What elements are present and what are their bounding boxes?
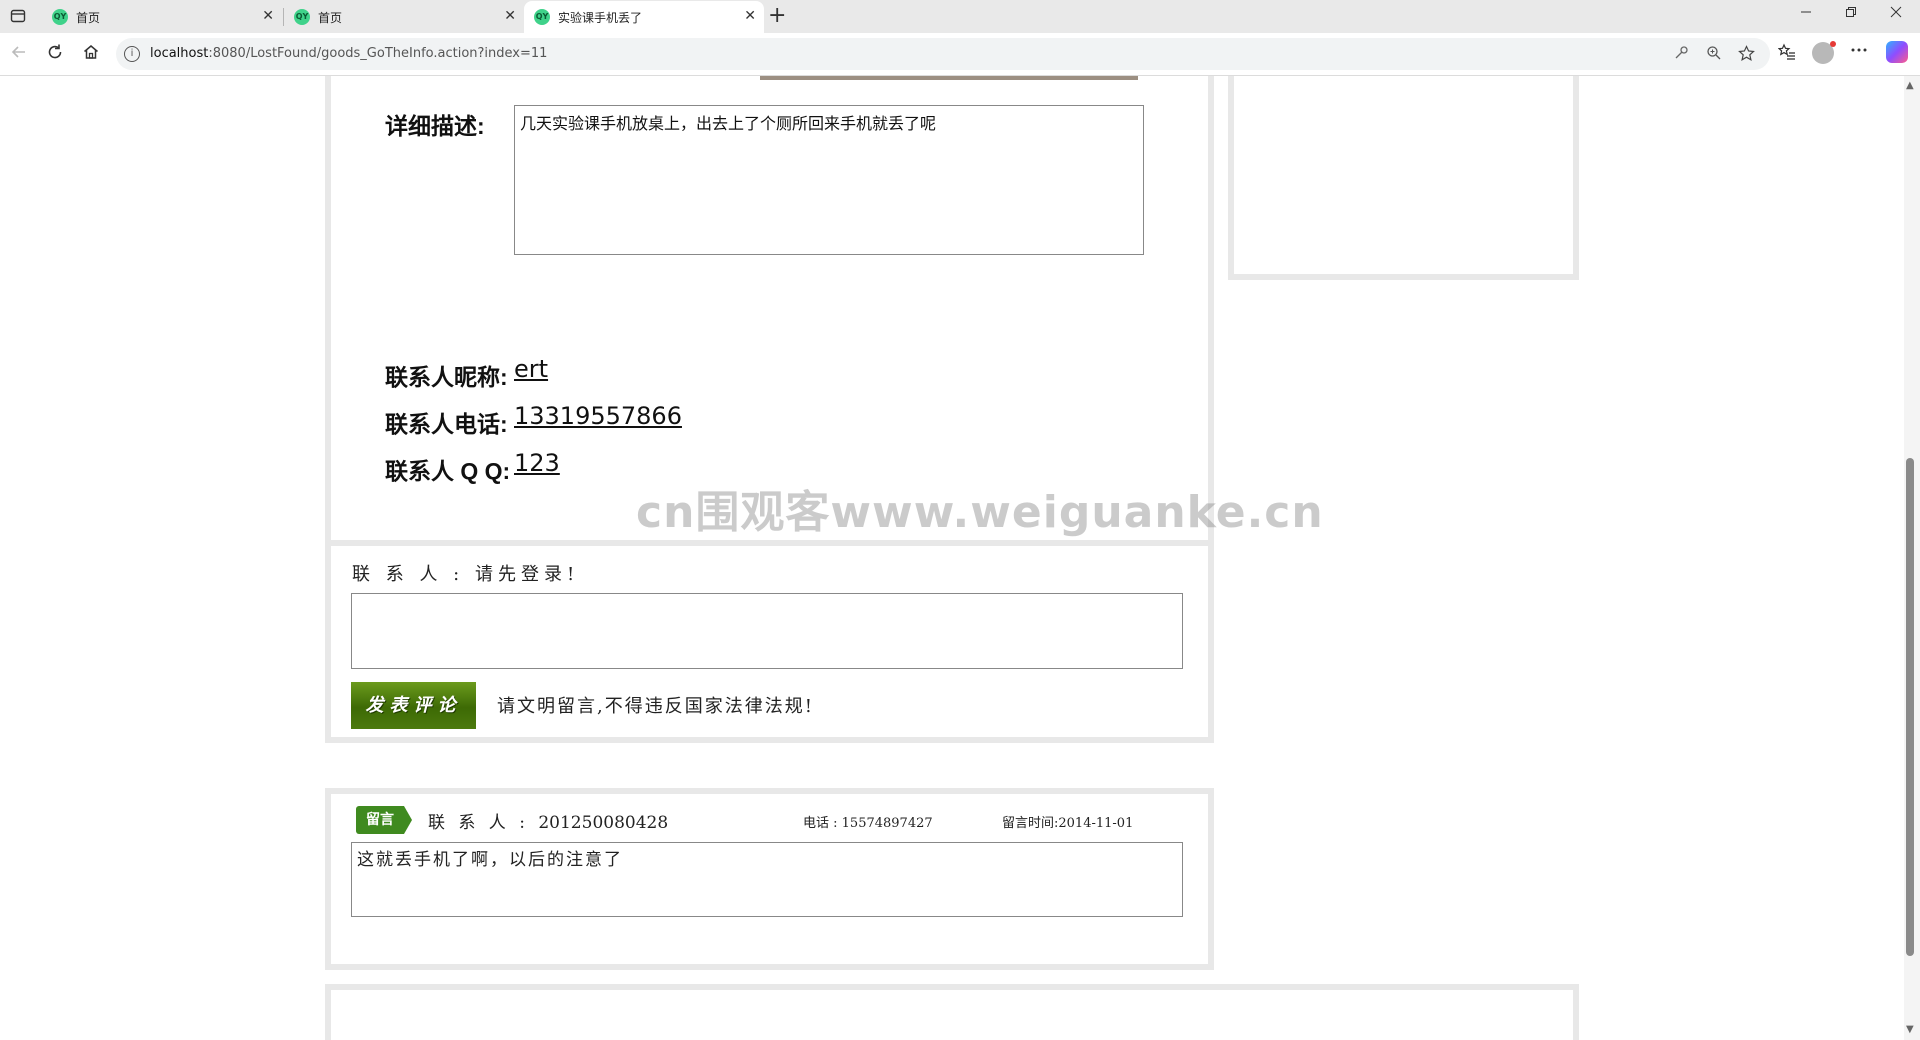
item-photo	[760, 76, 1138, 80]
message-time-value: 2014-11-01	[1058, 816, 1134, 831]
message-phone-value: 15574897427	[841, 816, 933, 831]
close-icon[interactable]: ✕	[744, 8, 756, 24]
comment-contact-line: 联 系 人 : 请先登录!	[352, 560, 579, 586]
tab-active[interactable]: QY 实验课手机丢了 ✕	[524, 1, 764, 33]
contact-prefix: 联 系 人 :	[352, 564, 465, 585]
nickname-label: 联系人昵称:	[385, 364, 508, 390]
message-time-label: 留言时间:	[1002, 816, 1059, 831]
home-icon[interactable]	[80, 43, 102, 65]
close-icon[interactable]: ✕	[262, 8, 274, 24]
message-tag: 留言	[356, 806, 412, 834]
restore-icon[interactable]	[1845, 6, 1857, 22]
tab-actions-icon[interactable]	[10, 8, 26, 24]
new-tab-icon[interactable]: +	[768, 3, 786, 28]
nickname-value[interactable]: ert	[514, 355, 548, 383]
url-text[interactable]: localhost:8080/LostFound/goods_GoTheInfo…	[150, 46, 547, 61]
comment-notice: 请文明留言,不得违反国家法律法规!	[497, 696, 814, 717]
site-favicon-icon: QY	[534, 9, 550, 25]
sidebar-panel	[1228, 76, 1579, 280]
favorite-star-icon[interactable]	[1738, 45, 1755, 66]
tab-bar: QY 首页 ✕ QY 首页 ✕ QY 实验课手机丢了 ✕ +	[0, 0, 1920, 33]
phone-label: 联系人电话:	[385, 411, 508, 437]
message-tag-label: 留言	[356, 806, 404, 834]
post-comment-button[interactable]: 发表评论	[351, 682, 476, 729]
browser-toolbar: i localhost:8080/LostFound/goods_GoTheIn…	[0, 33, 1920, 76]
tab-title: 实验课手机丢了	[558, 11, 643, 25]
message-phone: 电话 : 15574897427	[803, 812, 933, 831]
login-prompt: 请先登录!	[474, 564, 580, 585]
copilot-icon[interactable]	[1886, 41, 1908, 63]
message-time: 留言时间:2014-11-01	[1002, 812, 1133, 831]
qq-label: 联系人 Q Q:	[385, 458, 511, 484]
site-favicon-icon: QY	[52, 9, 68, 25]
page-viewport: 详细描述: 几天实验课手机放桌上，出去上了个厕所回来手机就丢了呢 联系人昵称: …	[0, 76, 1904, 1040]
minimize-icon[interactable]	[1800, 6, 1812, 22]
site-favicon-icon: QY	[294, 9, 310, 25]
tab-title: 首页	[76, 11, 101, 25]
more-menu-icon[interactable]	[1850, 41, 1868, 64]
tab-title: 首页	[318, 11, 343, 25]
message-contact: 联 系 人 : 201250080428	[428, 808, 668, 833]
favorites-list-icon[interactable]	[1777, 43, 1796, 66]
site-info-icon[interactable]: i	[124, 46, 140, 62]
reload-icon[interactable]	[44, 43, 66, 65]
message-phone-label: 电话 :	[803, 816, 838, 831]
description-box: 几天实验课手机放桌上，出去上了个厕所回来手机就丢了呢	[514, 105, 1144, 255]
window-close-icon[interactable]	[1890, 6, 1902, 22]
scroll-up-icon[interactable]: ▲	[1906, 80, 1914, 91]
comment-input[interactable]	[351, 593, 1183, 669]
tab-home-2[interactable]: QY 首页 ✕	[284, 1, 524, 33]
message-contact-prefix: 联 系 人 :	[428, 813, 529, 833]
scrollbar-thumb[interactable]	[1906, 458, 1914, 956]
notification-dot	[1830, 41, 1836, 47]
phone-value[interactable]: 13319557866	[514, 402, 682, 430]
back-arrow-icon[interactable]	[8, 43, 30, 65]
scroll-down-icon[interactable]: ▼	[1906, 1024, 1914, 1035]
tab-home-1[interactable]: QY 首页 ✕	[42, 1, 282, 33]
qq-value[interactable]: 123	[514, 449, 560, 477]
watermark: cn围观客www.weiguanke.cn	[636, 487, 1324, 538]
message-content: 这就丢手机了啊，以后的注意了	[351, 842, 1183, 917]
zoom-icon[interactable]	[1706, 45, 1722, 65]
description-label: 详细描述:	[385, 113, 485, 139]
close-icon[interactable]: ✕	[504, 8, 516, 24]
footer-panel	[325, 984, 1579, 1040]
message-tag-tip	[404, 806, 412, 834]
message-contact-value: 201250080428	[538, 813, 669, 833]
key-icon[interactable]	[1674, 45, 1689, 64]
address-bar[interactable]: i localhost:8080/LostFound/goods_GoTheIn…	[116, 38, 1770, 70]
